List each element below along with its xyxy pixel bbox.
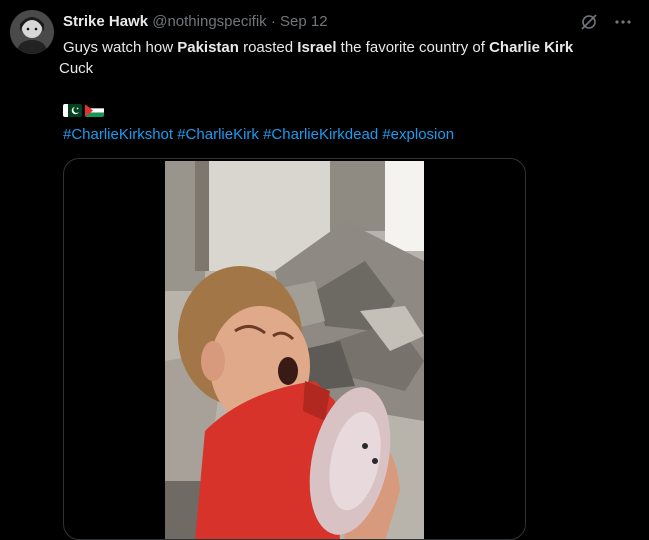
tweet-text: Guys watch how Pakistan roasted Israel t…: [59, 37, 633, 79]
text-part-bold: Pakistan: [177, 39, 239, 56]
hashtag-link[interactable]: #CharlieKirkdead: [263, 126, 378, 143]
tweet-header: Strike Hawk @nothingspecifik · Sep 12: [63, 12, 328, 32]
video-image: [165, 161, 424, 539]
video-thumbnail[interactable]: [165, 161, 424, 539]
flag-emojis: [63, 104, 104, 117]
text-part: Guys watch how: [63, 39, 178, 56]
hashtags: #CharlieKirkshot #CharlieKirk #CharlieKi…: [63, 125, 454, 145]
avatar-image: [10, 10, 54, 54]
text-part: roasted: [238, 39, 298, 56]
text-part: the favorite country of: [336, 39, 490, 56]
grok-icon[interactable]: [579, 12, 599, 32]
hashtag-link[interactable]: #CharlieKirk: [177, 126, 259, 143]
author-name[interactable]: Strike Hawk: [63, 13, 148, 30]
separator: ·: [270, 13, 276, 30]
more-icon[interactable]: [613, 12, 633, 32]
text-part: Cuck: [59, 60, 94, 77]
pakistan-flag-icon: [63, 104, 82, 117]
palestine-flag-icon: [85, 104, 104, 117]
tweet-date[interactable]: Sep 12: [280, 13, 328, 30]
tweet-actions: [579, 12, 633, 32]
hashtag-link[interactable]: #explosion: [382, 126, 454, 143]
author-handle[interactable]: @nothingspecifik: [152, 13, 266, 30]
avatar[interactable]: [10, 10, 54, 54]
media-container[interactable]: [63, 158, 526, 540]
hashtag-link[interactable]: #CharlieKirkshot: [63, 126, 173, 143]
tweet[interactable]: Strike Hawk @nothingspecifik · Sep 12 Gu…: [0, 0, 649, 540]
text-part-bold: Israel: [297, 39, 337, 56]
text-part-bold: Charlie Kirk: [489, 39, 574, 56]
